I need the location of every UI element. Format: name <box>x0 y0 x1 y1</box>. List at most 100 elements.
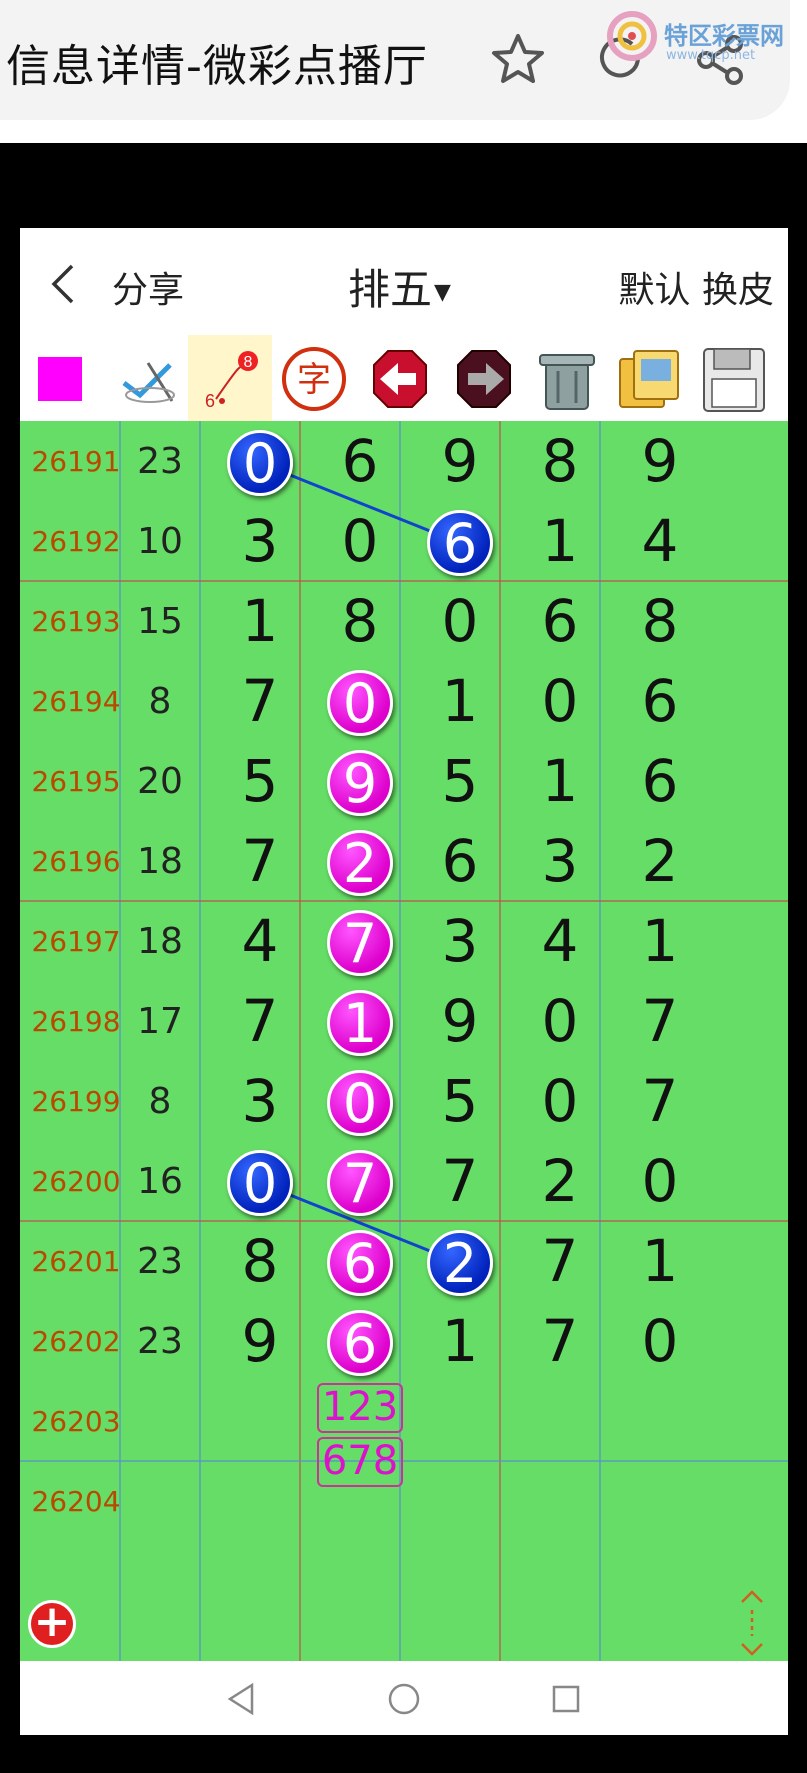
sum-value: 17 <box>137 1001 183 1042</box>
digit-cell[interactable]: 9 <box>604 427 716 495</box>
color-square-button[interactable] <box>20 335 104 423</box>
digit-cell[interactable]: 6 <box>604 747 716 815</box>
digit-cell[interactable]: 7 <box>604 1067 716 1135</box>
digit-cell[interactable]: 4 <box>504 907 616 975</box>
prev-button[interactable] <box>356 335 440 423</box>
trash-button[interactable] <box>524 335 608 423</box>
sum-value: 20 <box>137 761 183 802</box>
save-button[interactable] <box>692 335 776 423</box>
sum-value: 8 <box>148 1081 172 1122</box>
digit-cell[interactable]: 6 <box>304 427 416 495</box>
pink-highlight-ball[interactable]: 9 <box>327 750 393 816</box>
digit-cell[interactable]: 9 <box>204 1307 316 1375</box>
digit-cell[interactable]: 5 <box>404 1067 516 1135</box>
digit-cell[interactable]: 8 <box>504 427 616 495</box>
add-button[interactable]: + <box>28 1600 76 1648</box>
digit-cell[interactable]: 3 <box>404 907 516 975</box>
pink-highlight-ball[interactable]: 2 <box>327 830 393 896</box>
digit-cell[interactable]: 7 <box>504 1227 616 1295</box>
digit-cell[interactable]: 8 <box>204 1227 316 1295</box>
caret-down-icon: ▼ <box>434 280 451 305</box>
pink-highlight-ball[interactable]: 1 <box>327 990 393 1056</box>
number-grid: 26191 23 0 6 9 8 9 26192 10 3 0 6 1 4 26193 15 1 8 0 6 8 2619… <box>20 421 788 1661</box>
digit-cell[interactable]: 2 <box>504 1147 616 1215</box>
check-pen-button[interactable] <box>104 335 188 423</box>
digit-cell[interactable]: 6 <box>604 667 716 735</box>
digit-cell[interactable]: 0 <box>504 667 616 735</box>
digit-cell[interactable]: 1 <box>204 587 316 655</box>
sequence-label-bottom: 6 <box>205 391 215 411</box>
digit-cell[interactable]: 8 <box>604 587 716 655</box>
issue-number: 26202 <box>31 1325 121 1358</box>
sequence-label-top: 8 <box>244 354 253 371</box>
sequence-button[interactable]: 8 6 <box>188 335 272 423</box>
images-button[interactable] <box>608 335 692 423</box>
lottery-type-dropdown[interactable]: 排五▼ <box>348 256 451 317</box>
lottery-type-label: 排五 <box>348 265 433 314</box>
issue-number: 26201 <box>31 1245 121 1278</box>
digit-cell[interactable]: 7 <box>204 987 316 1055</box>
digit-cell[interactable]: 4 <box>204 907 316 975</box>
digit-cell[interactable]: 0 <box>404 587 516 655</box>
pink-highlight-ball[interactable]: 6 <box>327 1310 393 1376</box>
star-icon[interactable] <box>488 30 548 90</box>
digit-cell[interactable]: 7 <box>404 1147 516 1215</box>
nav-back-icon[interactable] <box>226 1681 256 1717</box>
sum-value: 18 <box>137 841 183 882</box>
digit-cell[interactable]: 1 <box>404 1307 516 1375</box>
pink-highlight-ball[interactable]: 7 <box>327 1150 393 1216</box>
digit-cell[interactable]: 0 <box>604 1307 716 1375</box>
nav-home-icon[interactable] <box>386 1681 422 1717</box>
digit-cell[interactable]: 6 <box>504 587 616 655</box>
digit-cell[interactable]: 0 <box>604 1147 716 1215</box>
digit-cell[interactable]: 2 <box>604 827 716 895</box>
digit-cell[interactable]: 7 <box>604 987 716 1055</box>
prediction-box[interactable]: 678 <box>317 1437 403 1487</box>
issue-number: 26199 <box>31 1085 121 1118</box>
issue-number: 26203 <box>31 1405 121 1438</box>
check-pen-icon <box>122 362 175 403</box>
digit-cell[interactable]: 1 <box>604 907 716 975</box>
blue-highlight-ball[interactable]: 6 <box>427 510 493 576</box>
prediction-box[interactable]: 123 <box>317 1383 403 1433</box>
digit-cell[interactable]: 8 <box>304 587 416 655</box>
share-button[interactable]: 分享 <box>112 261 184 313</box>
digit-cell[interactable]: 3 <box>204 507 316 575</box>
digit-cell[interactable]: 0 <box>304 507 416 575</box>
digit-cell[interactable]: 1 <box>604 1227 716 1295</box>
next-button[interactable] <box>440 335 524 423</box>
pink-highlight-ball[interactable]: 6 <box>327 1230 393 1296</box>
digit-cell[interactable]: 7 <box>504 1307 616 1375</box>
toolbar: 8 6 字 <box>20 335 788 423</box>
digit-cell[interactable]: 6 <box>404 827 516 895</box>
blue-highlight-ball[interactable]: 0 <box>227 430 293 496</box>
chevron-left-icon[interactable] <box>48 262 78 306</box>
skin-switch-button[interactable]: 默认 换皮 <box>619 261 774 313</box>
digit-cell[interactable]: 4 <box>604 507 716 575</box>
digit-cell[interactable]: 9 <box>404 987 516 1055</box>
blue-highlight-ball[interactable]: 0 <box>227 1150 293 1216</box>
pink-highlight-ball[interactable]: 0 <box>327 1070 393 1136</box>
nav-recent-icon[interactable] <box>550 1681 582 1717</box>
pink-highlight-ball[interactable]: 0 <box>327 670 393 736</box>
digit-cell[interactable]: 9 <box>404 427 516 495</box>
character-button[interactable]: 字 <box>272 335 356 423</box>
scroll-arrows-icon[interactable] <box>732 1588 772 1658</box>
digit-cell[interactable]: 1 <box>504 747 616 815</box>
issue-number: 26192 <box>31 525 121 558</box>
digit-cell[interactable]: 0 <box>504 1067 616 1135</box>
blue-highlight-ball[interactable]: 2 <box>427 1230 493 1296</box>
digit-cell[interactable]: 1 <box>504 507 616 575</box>
digit-cell[interactable]: 3 <box>204 1067 316 1135</box>
digit-cell[interactable]: 1 <box>404 667 516 735</box>
digit-cell[interactable]: 7 <box>204 667 316 735</box>
digit-cell[interactable]: 5 <box>404 747 516 815</box>
issue-number: 26204 <box>31 1485 121 1518</box>
digit-cell[interactable]: 3 <box>504 827 616 895</box>
digit-cell[interactable]: 5 <box>204 747 316 815</box>
digit-cell[interactable]: 7 <box>204 827 316 895</box>
pink-highlight-ball[interactable]: 7 <box>327 910 393 976</box>
app-frame: 分享 排五▼ 默认 换皮 8 6 字 26191 23 0 6 9 8 9 26… <box>20 228 788 1735</box>
digit-cell[interactable]: 0 <box>504 987 616 1055</box>
page-title: 信息详情-微彩点播厅 <box>6 41 428 92</box>
